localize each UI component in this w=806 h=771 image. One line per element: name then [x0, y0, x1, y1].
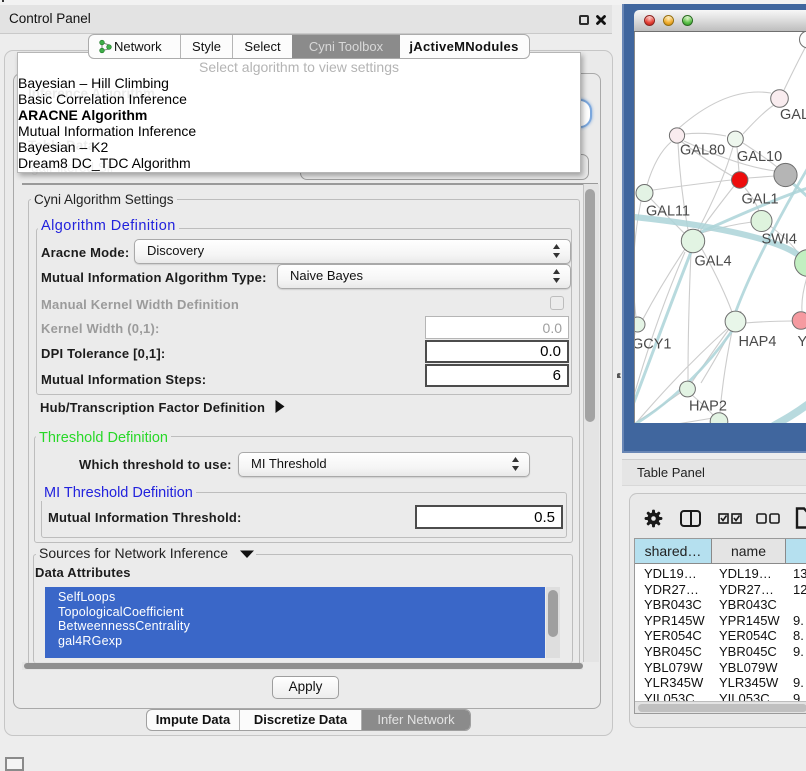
svg-text:GAL80: GAL80 [680, 143, 725, 159]
svg-text:HAP4: HAP4 [739, 334, 777, 350]
svg-text:GAL4: GAL4 [695, 254, 732, 270]
svg-text:Y: Y [798, 334, 806, 350]
svg-text:GAL10: GAL10 [737, 149, 782, 165]
svg-text:HAP2: HAP2 [689, 399, 727, 415]
svg-text:GAL1: GAL1 [742, 192, 779, 208]
svg-text:SWI4: SWI4 [762, 232, 797, 248]
svg-text:GAL11: GAL11 [646, 204, 690, 220]
svg-text:GCY1: GCY1 [634, 337, 672, 353]
svg-text:GAL7: GAL7 [780, 107, 806, 123]
